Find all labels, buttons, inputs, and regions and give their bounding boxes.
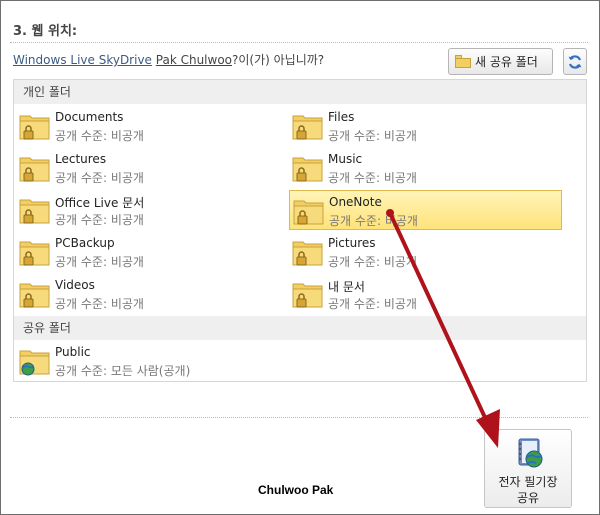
caption-author: Chulwoo Pak <box>258 483 334 497</box>
location-line: Windows Live SkyDrive Pak Chulwoo?이(가) 아… <box>13 51 324 68</box>
folder-name: OneNote <box>329 195 382 209</box>
locked-folder-icon <box>293 200 324 225</box>
share-notebook-button[interactable]: 전자 필기장 공유 <box>484 429 572 508</box>
notebook-globe-icon <box>518 438 543 468</box>
refresh-icon <box>568 54 582 69</box>
locked-folder-icon <box>19 199 50 224</box>
folder-name: Pictures <box>328 236 376 250</box>
folder-icon <box>455 55 471 68</box>
share-button-line2: 공유 <box>516 491 540 505</box>
locked-folder-icon <box>19 115 50 140</box>
folder-name: Office Live 문서 <box>55 196 145 210</box>
section-title: 3. 웹 위치: <box>13 24 78 39</box>
locked-folder-icon <box>292 115 323 140</box>
folder-access-level: 공개 수준: 비공개 <box>329 214 418 228</box>
locked-folder-icon <box>292 241 323 266</box>
folder-access-level: 공개 수준: 비공개 <box>328 255 417 269</box>
folder-item[interactable]: OneNote 공개 수준: 비공개 <box>289 190 562 230</box>
shared-folder-icon <box>19 350 50 376</box>
folder-name: Documents <box>55 110 124 124</box>
service-link[interactable]: Windows Live SkyDrive <box>13 53 152 67</box>
folder-access-level: 공개 수준: 비공개 <box>55 297 144 311</box>
folder-access-level: 공개 수준: 비공개 <box>328 129 417 143</box>
folder-item[interactable]: Lectures 공개 수준: 비공개 <box>16 148 289 188</box>
locked-folder-icon <box>19 157 50 182</box>
folder-panel: 개인 폴더 Documents 공개 수준: 비공개 Files 공개 수준: 비공개… <box>13 79 587 382</box>
folder-item[interactable]: Pictures 공개 수준: 비공개 <box>289 232 562 272</box>
folder-name: 내 문서 <box>328 280 365 294</box>
folder-item[interactable]: Documents 공개 수준: 비공개 <box>16 106 289 146</box>
folder-name: Public <box>55 345 91 359</box>
refresh-button[interactable] <box>563 48 587 75</box>
folder-item[interactable]: 내 문서공개 수준: 비공개 <box>289 274 562 314</box>
divider-bottom <box>10 417 588 418</box>
folder-name: Videos <box>55 278 95 292</box>
folder-access-level: 공개 수준: 비공개 <box>55 171 144 185</box>
shared-folders-header: 공유 폴더 <box>14 316 586 340</box>
folder-name: PCBackup <box>55 236 115 250</box>
folder-item[interactable]: Files 공개 수준: 비공개 <box>289 106 562 146</box>
locked-folder-icon <box>19 241 50 266</box>
folder-access-level: 공개 수준: 비공개 <box>328 171 417 185</box>
personal-folders-header: 개인 폴더 <box>14 80 586 104</box>
locked-folder-icon <box>292 283 323 308</box>
folder-name: Music <box>328 152 363 166</box>
folder-item[interactable]: Public 공개 수준: 모든 사람(공개) <box>16 341 289 381</box>
folder-name: Files <box>328 110 355 124</box>
folder-name: Lectures <box>55 152 107 166</box>
locked-folder-icon <box>19 283 50 308</box>
locked-folder-icon <box>292 157 323 182</box>
folder-access-level: 공개 수준: 모든 사람(공개) <box>55 364 191 378</box>
folder-item[interactable]: Videos 공개 수준: 비공개 <box>16 274 289 314</box>
new-shared-folder-button[interactable]: 새 공유 폴더 <box>448 48 553 75</box>
question-text: ?이(가) 아닙니까? <box>232 53 325 67</box>
folder-item[interactable]: PCBackup 공개 수준: 비공개 <box>16 232 289 272</box>
divider-top <box>10 42 588 43</box>
folder-access-level: 공개 수준: 비공개 <box>55 129 144 143</box>
folder-access-level: 공개 수준: 비공개 <box>55 255 144 269</box>
folder-access-level: 공개 수준: 비공개 <box>55 213 144 227</box>
folder-item[interactable]: Music 공개 수준: 비공개 <box>289 148 562 188</box>
share-button-line1: 전자 필기장 <box>498 475 558 489</box>
folder-item[interactable]: Office Live 문서공개 수준: 비공개 <box>16 190 289 230</box>
new-shared-folder-label: 새 공유 폴더 <box>475 55 538 69</box>
folder-access-level: 공개 수준: 비공개 <box>328 297 417 311</box>
user-link[interactable]: Pak Chulwoo <box>156 53 232 67</box>
